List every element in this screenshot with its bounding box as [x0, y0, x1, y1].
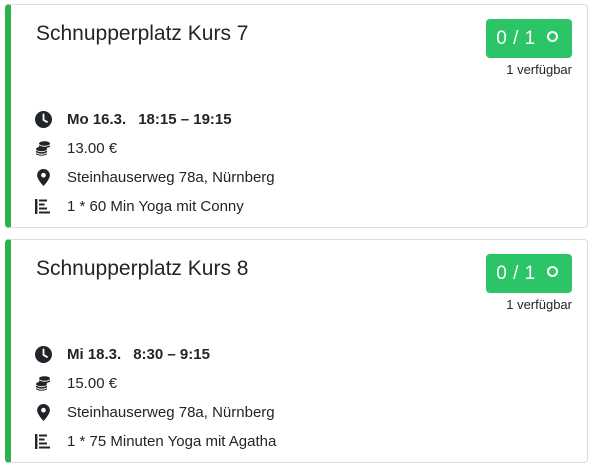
course-description-row: 1 * 60 Min Yoga mit Conny: [34, 195, 244, 217]
course-price-row: 15.00 €: [34, 372, 117, 394]
availability-text: 1 verfügbar: [506, 62, 572, 77]
course-description-row: 1 * 75 Minuten Yoga mit Agatha: [34, 430, 276, 452]
course-time: 8:30 – 9:15: [133, 345, 210, 363]
course-description: 1 * 60 Min Yoga mit Conny: [67, 197, 244, 215]
course-time: 18:15 – 19:15: [138, 110, 232, 128]
booking-count: 0 / 1: [496, 262, 536, 284]
clock-icon: [34, 345, 52, 363]
course-price: 13.00 €: [67, 139, 118, 157]
course-location-row: Steinhauserweg 78a, Nürnberg: [34, 166, 275, 188]
text-align-icon: [34, 432, 52, 450]
coins-icon: [34, 374, 52, 392]
ring-icon: [546, 266, 558, 277]
booking-count: 0 / 1: [496, 27, 536, 49]
booking-count-badge: 0 / 1: [486, 19, 572, 58]
availability-text: 1 verfügbar: [506, 297, 572, 312]
text-align-icon: [34, 197, 52, 215]
map-marker-icon: [34, 403, 52, 421]
map-marker-icon: [34, 168, 52, 186]
course-title: Schnupperplatz Kurs 7: [36, 22, 249, 45]
course-datetime: Mo 16.3. 18:15 – 19:15: [34, 108, 232, 130]
ring-icon: [546, 31, 558, 42]
coins-icon: [34, 139, 52, 157]
course-card[interactable]: Schnupperplatz Kurs 8 0 / 1 1 verfügbar …: [5, 239, 588, 463]
course-location: Steinhauserweg 78a, Nürnberg: [67, 168, 275, 186]
course-title: Schnupperplatz Kurs 8: [36, 257, 249, 280]
course-date: Mo 16.3.: [67, 110, 127, 128]
course-location-row: Steinhauserweg 78a, Nürnberg: [34, 401, 275, 423]
course-description: 1 * 75 Minuten Yoga mit Agatha: [67, 432, 277, 450]
booking-count-badge: 0 / 1: [486, 254, 572, 293]
course-date: Mi 18.3.: [67, 345, 122, 363]
course-price: 15.00 €: [67, 374, 118, 392]
clock-icon: [34, 110, 52, 128]
course-price-row: 13.00 €: [34, 137, 117, 159]
course-location: Steinhauserweg 78a, Nürnberg: [67, 403, 275, 421]
course-card[interactable]: Schnupperplatz Kurs 7 0 / 1 1 verfügbar …: [5, 4, 588, 228]
course-datetime: Mi 18.3. 8:30 – 9:15: [34, 343, 210, 365]
